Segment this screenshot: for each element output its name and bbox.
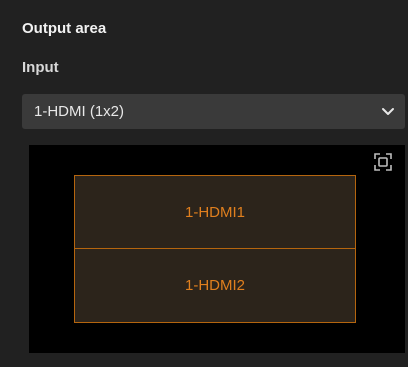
section-title: Output area bbox=[22, 20, 107, 37]
input-select-value: 1-HDMI (1x2) bbox=[34, 103, 125, 120]
input-select[interactable]: 1-HDMI (1x2) bbox=[22, 94, 405, 129]
output-zone-1[interactable]: 1-HDMI1 bbox=[75, 176, 355, 249]
output-area-panel: Output area Input 1-HDMI (1x2) 1-HDMI1 1… bbox=[0, 0, 408, 367]
zone-label: 1-HDMI2 bbox=[184, 277, 245, 294]
zone-label: 1-HDMI1 bbox=[184, 203, 245, 221]
fullscreen-icon[interactable] bbox=[373, 152, 393, 172]
chevron-down-icon bbox=[382, 108, 394, 115]
input-label: Input bbox=[22, 59, 59, 76]
layout-preview: 1-HDMI1 1-HDMI2 bbox=[29, 145, 405, 353]
output-window: 1-HDMI1 1-HDMI2 bbox=[74, 175, 356, 323]
output-zone-2[interactable]: 1-HDMI2 bbox=[75, 249, 355, 322]
